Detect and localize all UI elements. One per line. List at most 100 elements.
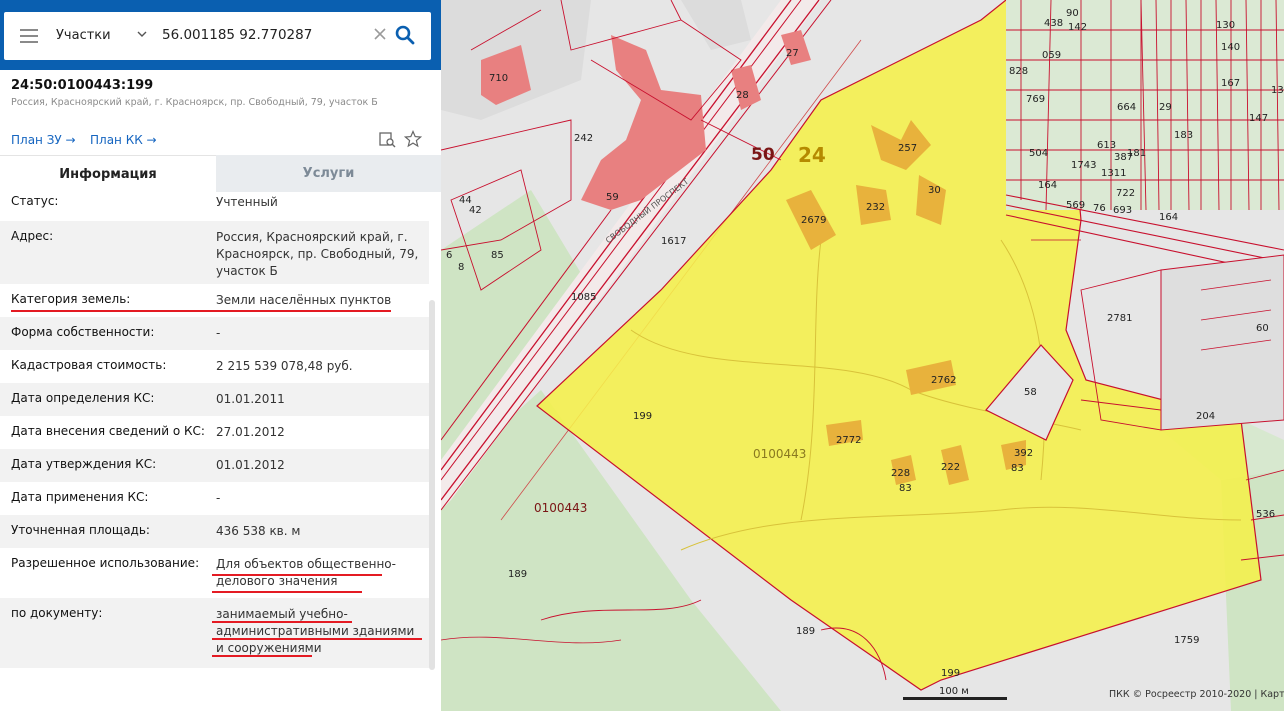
parcel-address: Россия, Красноярский край, г. Красноярск… — [11, 97, 378, 108]
info-value: - — [216, 491, 221, 505]
map-label: 183 — [1174, 130, 1194, 141]
map-label: 59 — [606, 192, 619, 203]
map-label: 164 — [1038, 180, 1058, 191]
info-value: - — [216, 326, 221, 340]
map-label: 44 — [459, 195, 472, 206]
info-row-land-category: Категория земель: Земли населённых пункт… — [0, 284, 429, 317]
map-label: 30 — [928, 185, 941, 196]
star-icon[interactable] — [404, 130, 422, 148]
info-key: Категория земель: — [11, 292, 131, 306]
plan-kk-link[interactable]: План КК → — [90, 133, 157, 147]
info-row-address: Адрес: Россия, Красноярский край, г. Кра… — [0, 221, 429, 284]
map-label: 42 — [469, 205, 482, 216]
map-label: 189 — [796, 626, 816, 637]
info-key: Уточненная площадь: — [11, 523, 150, 537]
info-value: Россия, Красноярский край, г. Красноярск… — [216, 230, 419, 278]
map-label: 059 — [1042, 50, 1062, 61]
search-icon[interactable] — [394, 24, 416, 46]
info-key: Адрес: — [11, 229, 54, 243]
map-label: 132 — [1271, 85, 1284, 96]
chevron-down-icon[interactable] — [136, 28, 148, 40]
map-label: 0100443 — [534, 501, 588, 515]
info-row-value-application-date: Дата применения КС: - — [0, 482, 429, 515]
map-label: 828 — [1009, 66, 1029, 77]
info-row-area: Уточненная площадь: 436 538 кв. м — [0, 515, 429, 548]
map-label: 28 — [736, 90, 749, 101]
search-header: Участки — [0, 0, 441, 70]
copyright: ПКК © Росреестр 2010-2020 | Карт — [1109, 689, 1284, 700]
info-value: Учтенный — [216, 195, 278, 209]
hamburger-icon[interactable] — [20, 29, 38, 43]
map-label: 722 — [1116, 188, 1136, 199]
zone-number-24: 24 — [798, 143, 826, 167]
map-label: 8 — [458, 262, 465, 273]
map-label: 199 — [941, 668, 961, 679]
map-label: 0100443 — [753, 447, 807, 461]
info-key: Кадастровая стоимость: — [11, 358, 167, 372]
info-value: Земли населённых пунктов — [216, 293, 392, 307]
map-label: 438 — [1044, 18, 1064, 29]
search-input[interactable] — [162, 27, 362, 43]
info-value: 01.01.2012 — [216, 458, 285, 472]
map-label: 2679 — [801, 215, 827, 226]
scale-label: 100 м — [939, 686, 969, 697]
info-key: Разрешенное использование: — [11, 556, 200, 570]
map-label: 2772 — [836, 435, 862, 446]
info-row-by-document: по документу: занимаемый учебно-админист… — [0, 598, 429, 668]
search-box: Участки — [4, 12, 431, 60]
zone-number-50: 50 — [751, 145, 775, 165]
info-row-value-approval-date: Дата утверждения КС: 01.01.2012 — [0, 449, 429, 482]
map-label: 164 — [1159, 212, 1179, 223]
parcel-cadastral-number: 24:50:0100443:199 — [11, 78, 154, 93]
info-row-value-entry-date: Дата внесения сведений о КС: 27.01.2012 — [0, 416, 429, 449]
info-value: Для объектов общественно-делового значен… — [216, 557, 396, 588]
map-label: 257 — [898, 143, 918, 154]
info-value: 436 538 кв. м — [216, 524, 301, 538]
map-label: 1311 — [1101, 168, 1127, 179]
info-row-ownership: Форма собственности: - — [0, 317, 429, 350]
clear-icon[interactable] — [373, 27, 387, 41]
highlight-underline — [212, 655, 312, 657]
map-label: 189 — [508, 569, 528, 580]
map-label: 504 — [1029, 148, 1049, 159]
cadastral-map[interactable]: 710 242 59 28 27 42 44 85 6 8 1085 1617 … — [441, 0, 1284, 711]
info-value: 2 215 539 078,48 руб. — [216, 359, 353, 373]
map-label: 130 — [1216, 20, 1236, 31]
map-label: 232 — [866, 202, 886, 213]
info-value: 27.01.2012 — [216, 425, 285, 439]
map-label: 29 — [1159, 102, 1172, 113]
panel-scrollbar[interactable] — [429, 300, 435, 670]
scale-bar — [903, 697, 1007, 700]
map-label: 710 — [489, 73, 509, 84]
search-type-select[interactable]: Участки — [56, 28, 111, 43]
highlight-underline — [212, 621, 352, 623]
map-label: 142 — [1068, 22, 1088, 33]
info-panel: Участки 24:50:0100443:199 Россия, Красно… — [0, 0, 441, 711]
info-row-cadastral-value: Кадастровая стоимость: 2 215 539 078,48 … — [0, 350, 429, 383]
map-label: 83 — [1011, 463, 1024, 474]
map-label: 228 — [891, 468, 911, 479]
map-label: 167 — [1221, 78, 1241, 89]
info-row-status: Статус: Учтенный — [0, 186, 429, 221]
map-label: 90 — [1066, 8, 1079, 19]
map-label: 60 — [1256, 323, 1269, 334]
info-key: по документу: — [11, 606, 103, 620]
map-label: 199 — [633, 411, 653, 422]
highlight-underline — [11, 310, 391, 312]
map-label: 2762 — [931, 375, 957, 386]
map-label: 222 — [941, 462, 961, 473]
layer-search-icon[interactable] — [378, 130, 396, 148]
highlight-underline — [212, 591, 362, 593]
info-value: 01.01.2011 — [216, 392, 285, 406]
map-label: 147 — [1249, 113, 1269, 124]
info-key: Дата применения КС: — [11, 490, 149, 504]
map-label: 140 — [1221, 42, 1241, 53]
map-label: 693 — [1113, 205, 1133, 216]
map-label: 613 — [1097, 140, 1117, 151]
plan-zu-link[interactable]: План ЗУ → — [11, 133, 76, 147]
info-key: Дата определения КС: — [11, 391, 155, 405]
map-label: 2781 — [1107, 313, 1133, 324]
map-label: 204 — [1196, 411, 1216, 422]
map-label: 181 — [1127, 148, 1147, 159]
map-canvas — [441, 0, 1284, 711]
